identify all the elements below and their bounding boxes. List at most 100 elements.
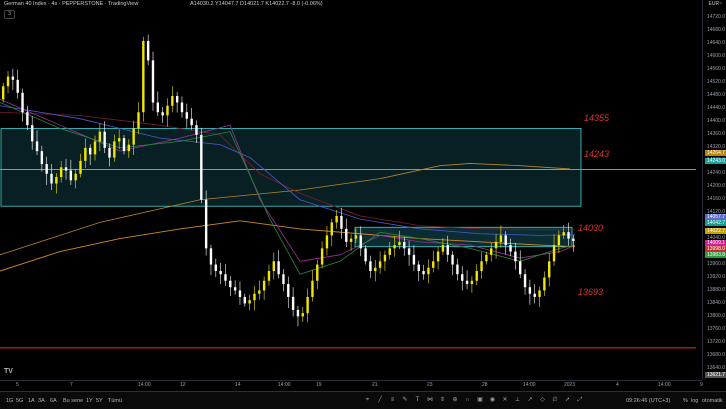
time-tick-label: 7 bbox=[70, 382, 73, 388]
timeframe-button[interactable]: 5G bbox=[16, 398, 23, 404]
candle-body bbox=[98, 131, 102, 142]
brush-icon[interactable]: ✎ bbox=[402, 397, 409, 404]
timeframe-button[interactable]: Tümü bbox=[108, 398, 122, 404]
candle-body bbox=[200, 134, 203, 200]
candle-body bbox=[69, 170, 73, 181]
auto-scale-toggle[interactable]: otomatik bbox=[702, 398, 723, 404]
hide-icon[interactable]: ∅ bbox=[552, 397, 559, 404]
price-badge: 14042.7 bbox=[705, 220, 726, 226]
candle-body bbox=[171, 96, 174, 106]
trash-icon[interactable]: ✕ bbox=[502, 397, 509, 404]
candle-body bbox=[161, 112, 164, 116]
ohlc-readout: A14030.2 Y14047.7 D14021.7 K14022.7 -8.0… bbox=[190, 1, 323, 7]
clock[interactable]: 09:26:46 (UTC+3) bbox=[626, 398, 670, 404]
candle-body bbox=[470, 280, 474, 284]
candle-body bbox=[490, 248, 493, 255]
candle-body bbox=[151, 60, 155, 103]
price-tick-label: 13640.0 bbox=[706, 365, 725, 371]
timeframe-button[interactable]: 1A bbox=[28, 398, 35, 404]
price-tick-label: 13840.0 bbox=[706, 300, 725, 306]
candle-body bbox=[272, 261, 275, 272]
level-label-14030: 14030 bbox=[578, 223, 604, 233]
candle-body bbox=[16, 79, 19, 93]
trendline-icon[interactable]: ╱ bbox=[377, 397, 384, 404]
candle-body bbox=[267, 271, 271, 281]
time-tick-label: 14:00 bbox=[658, 382, 671, 388]
measure-icon[interactable]: ⇕ bbox=[439, 397, 446, 404]
candle-body bbox=[374, 267, 377, 272]
price-tick-label: 13920.0 bbox=[706, 274, 725, 280]
timeframe-button[interactable]: 3A bbox=[38, 398, 45, 404]
candle-body bbox=[504, 235, 507, 246]
candle-body bbox=[514, 251, 517, 262]
timeframe-button[interactable]: 5Y bbox=[96, 398, 103, 404]
percent-toggle[interactable]: % bbox=[683, 398, 688, 404]
crosshair-icon[interactable]: ⌖ bbox=[364, 397, 371, 404]
timeframe-button[interactable]: Bu sene bbox=[63, 398, 83, 404]
candle-body bbox=[233, 287, 237, 291]
candle-body bbox=[388, 248, 391, 255]
candle-body bbox=[2, 86, 5, 100]
candle-body bbox=[301, 313, 304, 317]
pattern-icon[interactable]: ⋈ bbox=[427, 397, 434, 404]
candle-body bbox=[132, 128, 135, 145]
candle-body bbox=[451, 254, 454, 265]
candle-body bbox=[166, 105, 169, 116]
candle-body bbox=[567, 232, 570, 239]
arrow-icon[interactable]: ➚ bbox=[564, 397, 571, 404]
candle-body bbox=[175, 96, 179, 103]
price-badge: 13621.7 bbox=[705, 372, 726, 378]
candle-body bbox=[325, 235, 329, 249]
price-tick-label: 14720.0 bbox=[706, 14, 725, 20]
candle-body bbox=[108, 147, 111, 158]
candle-body bbox=[306, 296, 309, 314]
text-icon[interactable]: T bbox=[414, 397, 421, 404]
candle-body bbox=[393, 245, 396, 249]
candle-body bbox=[262, 280, 266, 291]
price-axis[interactable]: 14720.0 14680.0 14640.0 14600.0 14560.0 14520… bbox=[702, 0, 726, 380]
candle-body bbox=[320, 248, 324, 265]
forecast-icon[interactable]: ↗ bbox=[527, 397, 534, 404]
candle-body bbox=[330, 222, 333, 236]
candle-body bbox=[359, 235, 362, 249]
candle-body bbox=[432, 261, 435, 268]
price-badge: 14022.7 bbox=[705, 228, 726, 234]
time-tick-label: 21 bbox=[372, 382, 378, 388]
time-tick-label: 9 bbox=[700, 382, 703, 388]
symbol-title[interactable]: German 40 Index · 4s · PEPPERSTONE · Tra… bbox=[4, 1, 138, 7]
candle-body bbox=[122, 138, 126, 152]
time-tick-label: 2023 bbox=[564, 382, 576, 388]
candle-body bbox=[441, 245, 445, 252]
candle-body bbox=[190, 118, 193, 126]
candle-body bbox=[509, 245, 512, 252]
timeframe-button[interactable]: 6A bbox=[50, 398, 57, 404]
candle-body bbox=[142, 40, 145, 113]
zoom-icon[interactable]: ⊕ bbox=[452, 397, 459, 404]
ruler-icon[interactable]: ⟂ bbox=[514, 397, 521, 404]
magnet-icon[interactable]: ∩ bbox=[464, 397, 471, 404]
tradingview-logo-icon[interactable]: TV bbox=[4, 368, 14, 376]
candle-body bbox=[64, 167, 68, 171]
time-axis[interactable]: 5 7 14:00 12 14 14:00 19 21 23 28 14:00 2023 4 14:00 9 bbox=[0, 380, 703, 391]
price-tick-label: 14680.0 bbox=[706, 27, 725, 33]
candle-body bbox=[383, 254, 387, 262]
log-toggle[interactable]: log bbox=[691, 398, 698, 404]
candle-body bbox=[195, 125, 198, 135]
eye-icon[interactable]: ◉ bbox=[489, 397, 496, 404]
chart-area[interactable] bbox=[0, 0, 696, 380]
candle-body bbox=[316, 264, 319, 281]
fib-icon[interactable]: ≡ bbox=[389, 397, 396, 404]
timeframe-button[interactable]: 1G bbox=[6, 398, 13, 404]
timeframe-button[interactable]: 1Y bbox=[86, 398, 93, 404]
candle-body bbox=[214, 264, 218, 272]
candle-body bbox=[456, 264, 459, 275]
price-chart[interactable] bbox=[0, 0, 696, 380]
price-tick-label: 13960.0 bbox=[706, 261, 725, 267]
expand-icon[interactable]: ⤢ bbox=[577, 397, 584, 404]
candle-body bbox=[224, 274, 227, 281]
price-tick-label: 13720.0 bbox=[706, 339, 725, 345]
shapes-icon[interactable]: ◇ bbox=[539, 397, 546, 404]
lock-icon[interactable]: ▣ bbox=[477, 397, 484, 404]
indicator-collapse-button[interactable]: 3 bbox=[4, 10, 15, 19]
candle-body bbox=[523, 274, 527, 288]
